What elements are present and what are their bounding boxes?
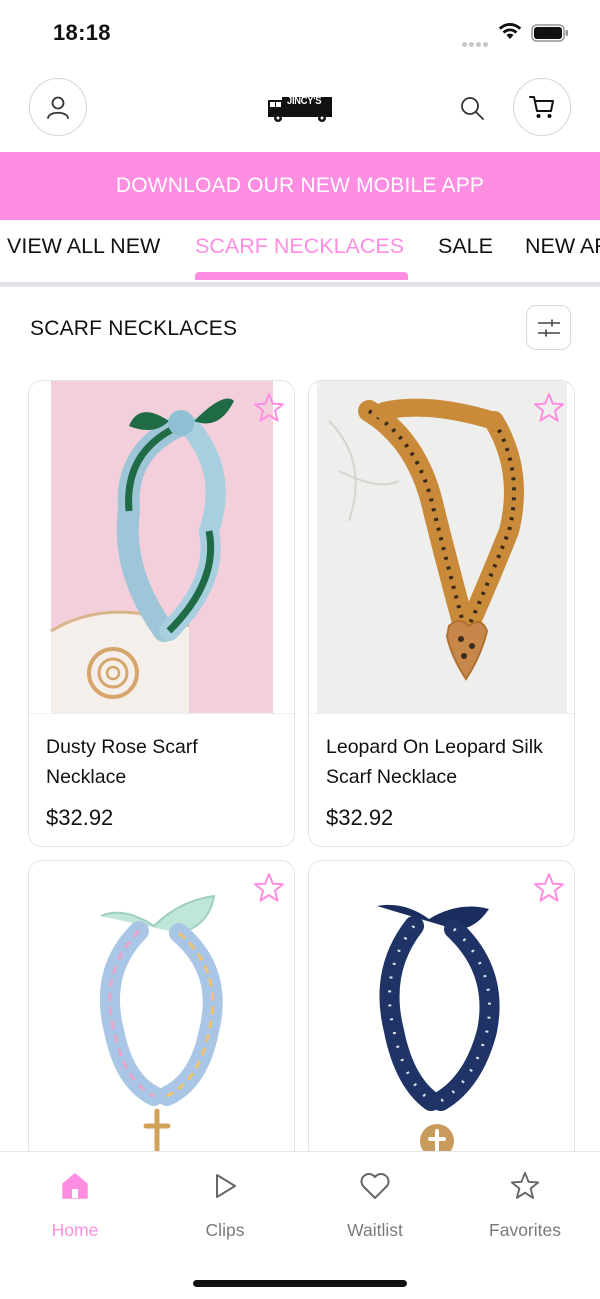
product-price: $32.92: [326, 805, 394, 830]
cart-button[interactable]: [513, 78, 571, 136]
user-icon: [47, 96, 69, 119]
home-indicator: [193, 1280, 407, 1287]
product-image[interactable]: [309, 861, 574, 1161]
filter-button[interactable]: [526, 305, 571, 350]
favorite-star-icon[interactable]: [532, 871, 566, 905]
nav-favorites-label: Favorites: [489, 1220, 561, 1240]
favorite-star-icon[interactable]: [252, 871, 286, 905]
tab-sale[interactable]: SALE: [438, 234, 493, 259]
card-divider: [309, 713, 574, 714]
nav-home[interactable]: Home: [20, 1168, 130, 1241]
favorite-star-icon[interactable]: [532, 391, 566, 425]
nav-waitlist[interactable]: Waitlist: [320, 1168, 430, 1241]
banner-text: DOWNLOAD OUR NEW MOBILE APP: [115, 174, 485, 197]
status-time: 18:18: [53, 20, 111, 45]
cart-icon: [529, 96, 554, 118]
nav-waitlist-label: Waitlist: [347, 1220, 403, 1240]
logo-text: JINCY'S: [287, 95, 322, 107]
product-card[interactable]: Dusty Rose Scarf Necklace $32.92: [28, 380, 295, 847]
section-title: SCARF NECKLACES: [30, 317, 238, 340]
bottom-navigation: Home Clips Waitlist Favorites: [0, 1151, 600, 1299]
product-image[interactable]: [29, 861, 294, 1161]
nav-favorites[interactable]: Favorites: [470, 1168, 580, 1241]
favorite-star-icon[interactable]: [252, 391, 286, 425]
product-card[interactable]: Leopard On Leopard Silk Scarf Necklace $…: [308, 380, 575, 847]
battery-icon: [531, 24, 568, 42]
status-bar: 18:18: [0, 0, 600, 66]
tab-new-arrivals[interactable]: NEW AR: [525, 234, 600, 259]
account-button[interactable]: [29, 78, 87, 136]
product-image[interactable]: [29, 381, 294, 714]
home-icon: [62, 1173, 88, 1199]
nav-clips-label: Clips: [205, 1220, 245, 1240]
star-icon: [510, 1171, 540, 1199]
category-tabs: VIEW ALL NEW SCARF NECKLACES SALE NEW AR: [0, 220, 600, 282]
sliders-icon: [537, 319, 560, 336]
heart-icon: [360, 1173, 390, 1199]
product-image[interactable]: [309, 381, 574, 714]
active-tab-indicator: [195, 272, 408, 280]
product-name[interactable]: Dusty Rose Scarf Necklace: [46, 732, 281, 792]
search-button[interactable]: [456, 92, 488, 124]
tabs-divider: [0, 282, 600, 287]
nav-clips[interactable]: Clips: [170, 1168, 280, 1241]
play-icon: [216, 1174, 236, 1198]
signal-icon: [462, 34, 490, 47]
product-name[interactable]: Leopard On Leopard Silk Scarf Necklace: [326, 732, 561, 792]
product-price: $32.92: [46, 805, 114, 830]
brand-logo[interactable]: JINCY'S: [266, 90, 334, 124]
download-app-banner[interactable]: DOWNLOAD OUR NEW MOBILE APP: [0, 152, 600, 220]
nav-home-label: Home: [51, 1220, 99, 1240]
card-divider: [29, 713, 294, 714]
top-header: JINCY'S: [0, 78, 600, 138]
search-icon: [461, 97, 484, 120]
tab-view-all-new[interactable]: VIEW ALL NEW: [7, 234, 160, 259]
tab-scarf-necklaces[interactable]: SCARF NECKLACES: [195, 234, 404, 259]
wifi-icon: [498, 23, 522, 39]
